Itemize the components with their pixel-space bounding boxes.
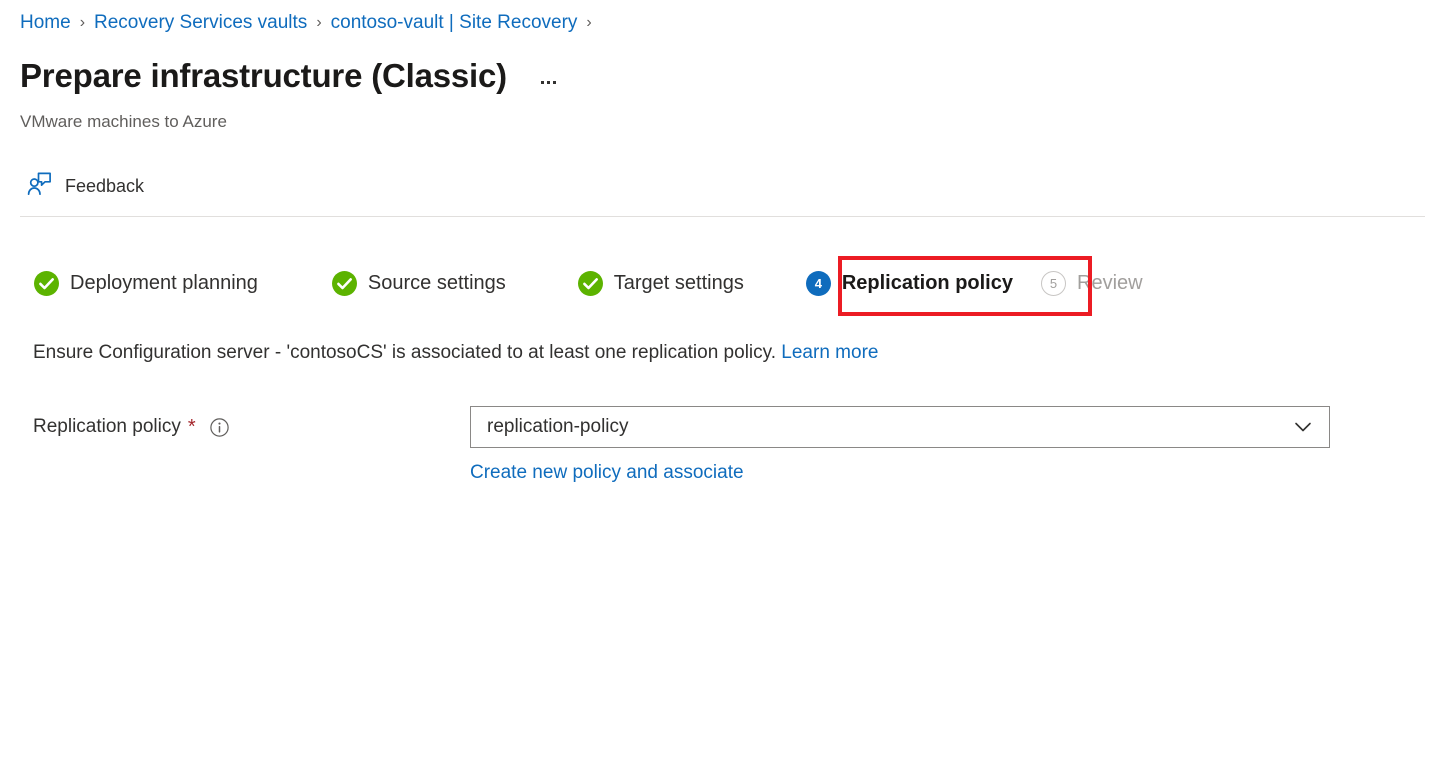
- replication-policy-label-group: Replication policy *: [33, 406, 470, 448]
- create-new-policy-link[interactable]: Create new policy and associate: [470, 462, 744, 484]
- tab-source-settings[interactable]: Source settings: [318, 262, 520, 305]
- azure-portal-blade: Home › Recovery Services vaults › contos…: [0, 0, 1440, 759]
- breadcrumb-separator-icon: ›: [586, 14, 592, 31]
- tab-replication-policy[interactable]: 4 Replication policy: [792, 262, 1027, 305]
- info-circle-icon[interactable]: [209, 417, 229, 437]
- page-title: Prepare infrastructure (Classic): [20, 57, 507, 94]
- tab-deployment-planning[interactable]: Deployment planning: [20, 262, 272, 305]
- ellipsis-icon[interactable]: [537, 77, 560, 88]
- feedback-person-speech-icon: [26, 170, 53, 202]
- dropdown-selected-value: replication-policy: [487, 416, 629, 437]
- breadcrumb-item-recovery-services-vaults[interactable]: Recovery Services vaults: [94, 12, 307, 34]
- replication-policy-dropdown[interactable]: replication-policy: [470, 406, 1330, 448]
- wizard-step-tabs: Deployment planning Source settings Targ…: [20, 262, 1157, 305]
- chevron-down-icon: [1293, 417, 1313, 437]
- breadcrumb-item-contoso-vault[interactable]: contoso-vault | Site Recovery: [331, 12, 578, 34]
- tab-label: Source settings: [367, 272, 506, 294]
- command-bar: Feedback: [20, 166, 150, 206]
- breadcrumb-item-home[interactable]: Home: [20, 12, 71, 34]
- check-circle-icon: [331, 271, 357, 296]
- replication-policy-label: Replication policy: [33, 416, 181, 437]
- page-subtitle: VMware machines to Azure: [20, 112, 227, 131]
- tab-target-settings[interactable]: Target settings: [564, 262, 758, 305]
- learn-more-link[interactable]: Learn more: [781, 342, 878, 363]
- page-title-row: Prepare infrastructure (Classic): [20, 57, 560, 94]
- tab-review: 5 Review: [1027, 262, 1157, 305]
- feedback-label: Feedback: [65, 175, 145, 196]
- tab-label: Deployment planning: [70, 272, 258, 294]
- feedback-button[interactable]: Feedback: [20, 166, 150, 206]
- tab-label: Replication policy: [841, 272, 1013, 294]
- tab-label: Review: [1077, 272, 1143, 294]
- step-number-badge: 5: [1041, 271, 1066, 296]
- step-number-badge: 4: [805, 271, 831, 296]
- command-bar-divider: [20, 216, 1425, 217]
- required-asterisk: *: [187, 416, 196, 438]
- breadcrumb: Home › Recovery Services vaults › contos…: [20, 12, 601, 34]
- breadcrumb-separator-icon: ›: [316, 14, 322, 31]
- instruction-text: Ensure Configuration server - 'contosoCS…: [33, 342, 878, 364]
- instruction-sentence: Ensure Configuration server - 'contosoCS…: [33, 342, 777, 363]
- replication-policy-control: replication-policy Create new policy and…: [470, 406, 1330, 484]
- check-circle-icon: [577, 271, 603, 296]
- replication-policy-form-row: Replication policy * replication-policy: [33, 406, 1330, 484]
- breadcrumb-separator-icon: ›: [79, 14, 86, 31]
- tab-label: Target settings: [613, 272, 744, 294]
- check-circle-icon: [34, 271, 59, 296]
